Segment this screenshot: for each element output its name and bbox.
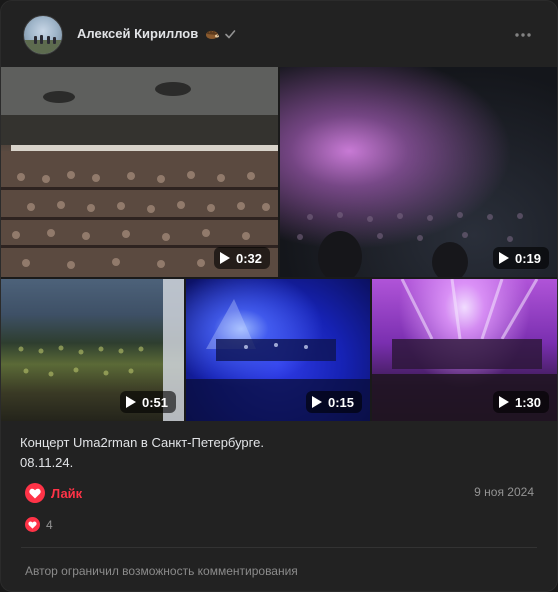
video-duration: 0:15 bbox=[327, 394, 354, 410]
video-duration: 1:30 bbox=[514, 394, 541, 410]
video-thumbnail[interactable]: 1:30 bbox=[372, 279, 557, 421]
play-icon bbox=[125, 396, 136, 408]
video-duration: 0:51 bbox=[141, 394, 168, 410]
video-duration-badge: 1:30 bbox=[492, 391, 549, 413]
post-text: Концерт Uma2rman в Санкт-Петербурге. 08.… bbox=[20, 433, 264, 473]
video-duration-badge: 0:19 bbox=[492, 247, 549, 269]
more-dots-icon[interactable] bbox=[513, 25, 533, 45]
video-gallery: 0:32 0:19 0:51 0:15 1:30 bbox=[1, 67, 557, 421]
post-date[interactable]: 9 ноя 2024 bbox=[474, 485, 534, 499]
video-thumbnail[interactable]: 0:32 bbox=[1, 67, 278, 277]
play-icon bbox=[219, 252, 230, 264]
heart-icon bbox=[25, 517, 40, 532]
hedgehog-icon bbox=[206, 30, 219, 39]
author-name[interactable]: Алексей Кириллов bbox=[77, 25, 198, 43]
video-duration-badge: 0:51 bbox=[119, 391, 176, 413]
divider bbox=[21, 547, 537, 548]
likes-count: 4 bbox=[46, 517, 53, 532]
play-icon bbox=[498, 252, 509, 264]
video-thumbnail[interactable]: 0:51 bbox=[1, 279, 184, 421]
video-duration: 0:32 bbox=[235, 250, 262, 266]
post-header: Алексей Кириллов bbox=[1, 1, 557, 67]
video-thumbnail[interactable]: 0:19 bbox=[280, 67, 557, 277]
likes-counter[interactable]: 4 bbox=[25, 517, 53, 532]
like-label: Лайк bbox=[51, 485, 83, 501]
play-icon bbox=[498, 396, 509, 408]
video-duration: 0:19 bbox=[514, 250, 541, 266]
post-text-line: 08.11.24. bbox=[20, 455, 74, 470]
checkmark-icon bbox=[225, 30, 236, 39]
video-thumbnail[interactable]: 0:15 bbox=[186, 279, 370, 421]
post-text-line: Концерт Uma2rman в Санкт-Петербурге. bbox=[20, 435, 264, 450]
post-card: Алексей Кириллов 0:32 0:19 0:51 0:15 1:3… bbox=[0, 0, 558, 592]
avatar[interactable] bbox=[23, 15, 63, 55]
play-icon bbox=[311, 396, 322, 408]
comments-restricted-note: Автор ограничил возможность комментирова… bbox=[25, 564, 298, 578]
video-duration-badge: 0:15 bbox=[305, 391, 362, 413]
heart-icon bbox=[25, 483, 45, 503]
like-button[interactable]: Лайк bbox=[25, 482, 82, 504]
video-duration-badge: 0:32 bbox=[213, 247, 270, 269]
